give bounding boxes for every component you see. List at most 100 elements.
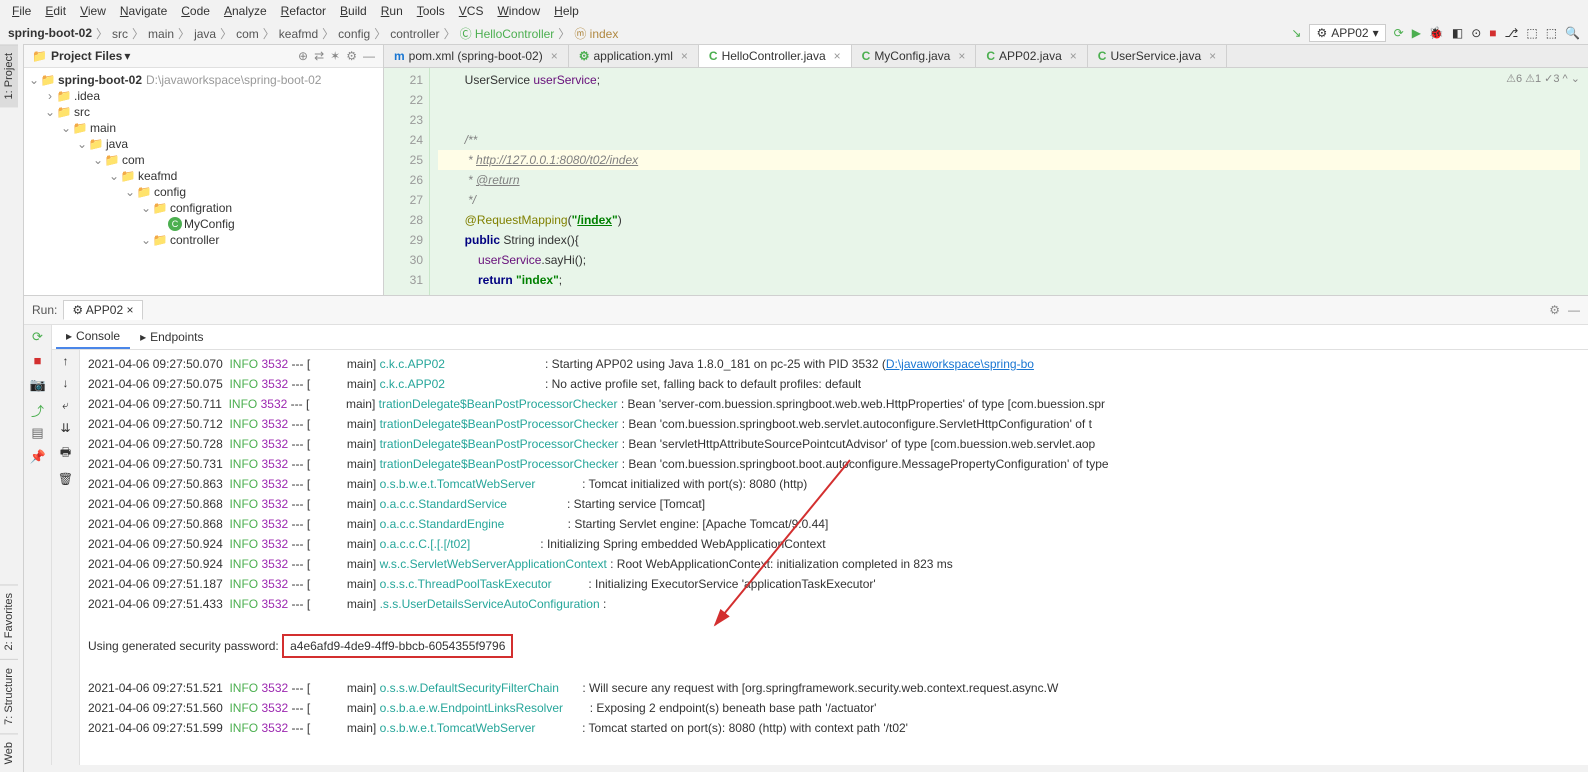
- menu-build[interactable]: Build: [336, 2, 371, 20]
- locate-icon[interactable]: ⊕: [298, 49, 308, 63]
- menu-run[interactable]: Run: [377, 2, 407, 20]
- editor-tab[interactable]: CAPP02.java×: [976, 45, 1087, 67]
- tree-item[interactable]: ⌄📁configration: [24, 200, 383, 216]
- run-hide-icon[interactable]: —: [1568, 303, 1580, 317]
- layout-icon[interactable]: ▤: [30, 425, 46, 441]
- editor-tab[interactable]: CHelloController.java×: [699, 45, 852, 67]
- breadcrumb-bar: spring-boot-02 〉src〉main〉java〉com〉keafmd…: [0, 22, 1588, 45]
- breadcrumb-segment[interactable]: src: [112, 27, 128, 41]
- run-settings-icon[interactable]: ⚙: [1549, 303, 1560, 317]
- log-line: 2021-04-06 09:27:50.712 INFO 3532 --- [ …: [88, 414, 1580, 434]
- close-icon[interactable]: ×: [551, 49, 558, 63]
- menu-vcs[interactable]: VCS: [455, 2, 488, 20]
- tree-item[interactable]: CMyConfig: [24, 216, 383, 232]
- more-icon[interactable]: ⬚: [1546, 26, 1557, 40]
- tree-item[interactable]: ⌄📁com: [24, 152, 383, 168]
- profile-icon[interactable]: ⊙: [1471, 26, 1481, 40]
- search-icon[interactable]: ⬚: [1526, 26, 1537, 40]
- editor-tab[interactable]: CMyConfig.java×: [852, 45, 977, 67]
- project-panel: 📁 Project Files ▾ ⊕ ⇄ ✶ ⚙ — ⌄📁 spring-bo…: [24, 45, 384, 295]
- favorites-tab[interactable]: 2: Favorites: [0, 584, 18, 658]
- structure-tab[interactable]: 7: Structure: [0, 659, 18, 733]
- breadcrumb-segment[interactable]: main: [148, 27, 174, 41]
- editor-tab[interactable]: mpom.xml (spring-boot-02)×: [384, 45, 569, 67]
- tree-item[interactable]: ⌄📁config: [24, 184, 383, 200]
- close-icon[interactable]: ×: [834, 49, 841, 63]
- rerun-icon[interactable]: ⟳: [30, 329, 46, 345]
- close-icon[interactable]: ×: [1209, 49, 1216, 63]
- run-subtab[interactable]: ▸Console: [56, 325, 130, 349]
- hide-icon[interactable]: —: [363, 49, 375, 63]
- down-icon[interactable]: ↓: [63, 376, 69, 390]
- tree-item[interactable]: ⌄📁main: [24, 120, 383, 136]
- web-tab[interactable]: Web: [0, 733, 18, 772]
- breadcrumb-segment[interactable]: controller: [390, 27, 439, 41]
- search-everywhere-icon[interactable]: 🔍: [1565, 26, 1580, 40]
- run-tab[interactable]: ⚙ APP02 ×: [63, 300, 142, 320]
- project-panel-title[interactable]: Project Files: [51, 49, 122, 63]
- close-icon[interactable]: ×: [1070, 49, 1077, 63]
- code-editor[interactable]: UserService userService; /** * http://12…: [430, 68, 1588, 295]
- scroll-icon[interactable]: ⇊: [60, 421, 70, 435]
- settings-icon[interactable]: ⚙: [346, 49, 357, 63]
- breadcrumb-segment[interactable]: keafmd: [279, 27, 318, 41]
- menu-edit[interactable]: Edit: [41, 2, 70, 20]
- exit-icon[interactable]: ⤴: [30, 401, 46, 417]
- log-line: 2021-04-06 09:27:50.924 INFO 3532 --- [ …: [88, 554, 1580, 574]
- run-icon-2[interactable]: ▶: [1412, 26, 1421, 40]
- menu-help[interactable]: Help: [550, 2, 583, 20]
- menu-navigate[interactable]: Navigate: [116, 2, 171, 20]
- stop-icon[interactable]: ■: [30, 353, 46, 369]
- tree-item[interactable]: ⌄📁keafmd: [24, 168, 383, 184]
- camera-icon[interactable]: 📷: [30, 377, 46, 393]
- menu-view[interactable]: View: [76, 2, 110, 20]
- breadcrumb-project[interactable]: spring-boot-02: [8, 26, 92, 40]
- log-line: 2021-04-06 09:27:50.731 INFO 3532 --- [ …: [88, 454, 1580, 474]
- editor-tabs: mpom.xml (spring-boot-02)×⚙application.y…: [384, 45, 1588, 68]
- pin-icon[interactable]: 📌: [30, 449, 46, 465]
- expand-icon[interactable]: ⇄: [314, 49, 324, 63]
- menu-file[interactable]: File: [8, 2, 35, 20]
- breadcrumb-segment[interactable]: com: [236, 27, 259, 41]
- close-icon[interactable]: ×: [681, 49, 688, 63]
- console-output[interactable]: 2021-04-06 09:27:50.070 INFO 3532 --- [ …: [80, 350, 1588, 765]
- log-line: 2021-04-06 09:27:50.868 INFO 3532 --- [ …: [88, 514, 1580, 534]
- menu-tools[interactable]: Tools: [413, 2, 449, 20]
- breadcrumb-segment[interactable]: config: [338, 27, 370, 41]
- main-menu: File Edit View Navigate Code Analyze Refactor B…: [0, 0, 1588, 22]
- project-tool-tab[interactable]: 1: Project: [0, 44, 18, 107]
- close-icon[interactable]: ×: [958, 49, 965, 63]
- up-icon[interactable]: ↑: [63, 354, 69, 368]
- gutter[interactable]: 2122232425262728293031: [384, 68, 430, 295]
- editor-tab[interactable]: CUserService.java×: [1088, 45, 1227, 67]
- run-subtab[interactable]: ▸Endpoints: [130, 325, 213, 349]
- inspection-status[interactable]: ⚠6 ⚠1 ✓3 ^ ⌄: [1506, 72, 1580, 85]
- menu-code[interactable]: Code: [177, 2, 214, 20]
- tree-item[interactable]: ⌄📁controller: [24, 232, 383, 248]
- tree-item[interactable]: ⌄📁src: [24, 104, 383, 120]
- breadcrumb-segment[interactable]: java: [194, 27, 216, 41]
- run-config-selector[interactable]: ⚙ APP02 ▾: [1309, 24, 1385, 42]
- breadcrumb-method[interactable]: ⓜ index: [574, 25, 618, 42]
- run-left-toolbar: ⟳ ■ 📷 ⤴ ▤ 📌: [24, 325, 52, 765]
- tree-item[interactable]: ⌄📁java: [24, 136, 383, 152]
- stop-icon[interactable]: ■: [1489, 26, 1496, 40]
- collapse-icon[interactable]: ✶: [330, 49, 340, 63]
- debug-icon[interactable]: 🐞: [1429, 26, 1444, 40]
- git-icon[interactable]: ⎇: [1505, 26, 1519, 40]
- project-tree[interactable]: ⌄📁 spring-boot-02 D:\javaworkspace\sprin…: [24, 68, 383, 295]
- run-title: Run:: [32, 303, 57, 317]
- breadcrumb-class[interactable]: Ⓒ HelloController: [460, 25, 555, 42]
- menu-refactor[interactable]: Refactor: [277, 2, 330, 20]
- editor-tab[interactable]: ⚙application.yml×: [569, 45, 699, 67]
- log-line: 2021-04-06 09:27:50.075 INFO 3532 --- [ …: [88, 374, 1580, 394]
- menu-window[interactable]: Window: [493, 2, 544, 20]
- print-icon[interactable]: 🖶: [60, 443, 71, 464]
- tree-item[interactable]: ›📁.idea: [24, 88, 383, 104]
- run-icon[interactable]: ⟳: [1394, 26, 1404, 40]
- clear-icon[interactable]: 🗑: [58, 472, 73, 486]
- build-icon[interactable]: ↘: [1291, 26, 1301, 40]
- menu-analyze[interactable]: Analyze: [220, 2, 271, 20]
- coverage-icon[interactable]: ◧: [1452, 26, 1463, 40]
- wrap-icon[interactable]: ⤶: [62, 398, 69, 413]
